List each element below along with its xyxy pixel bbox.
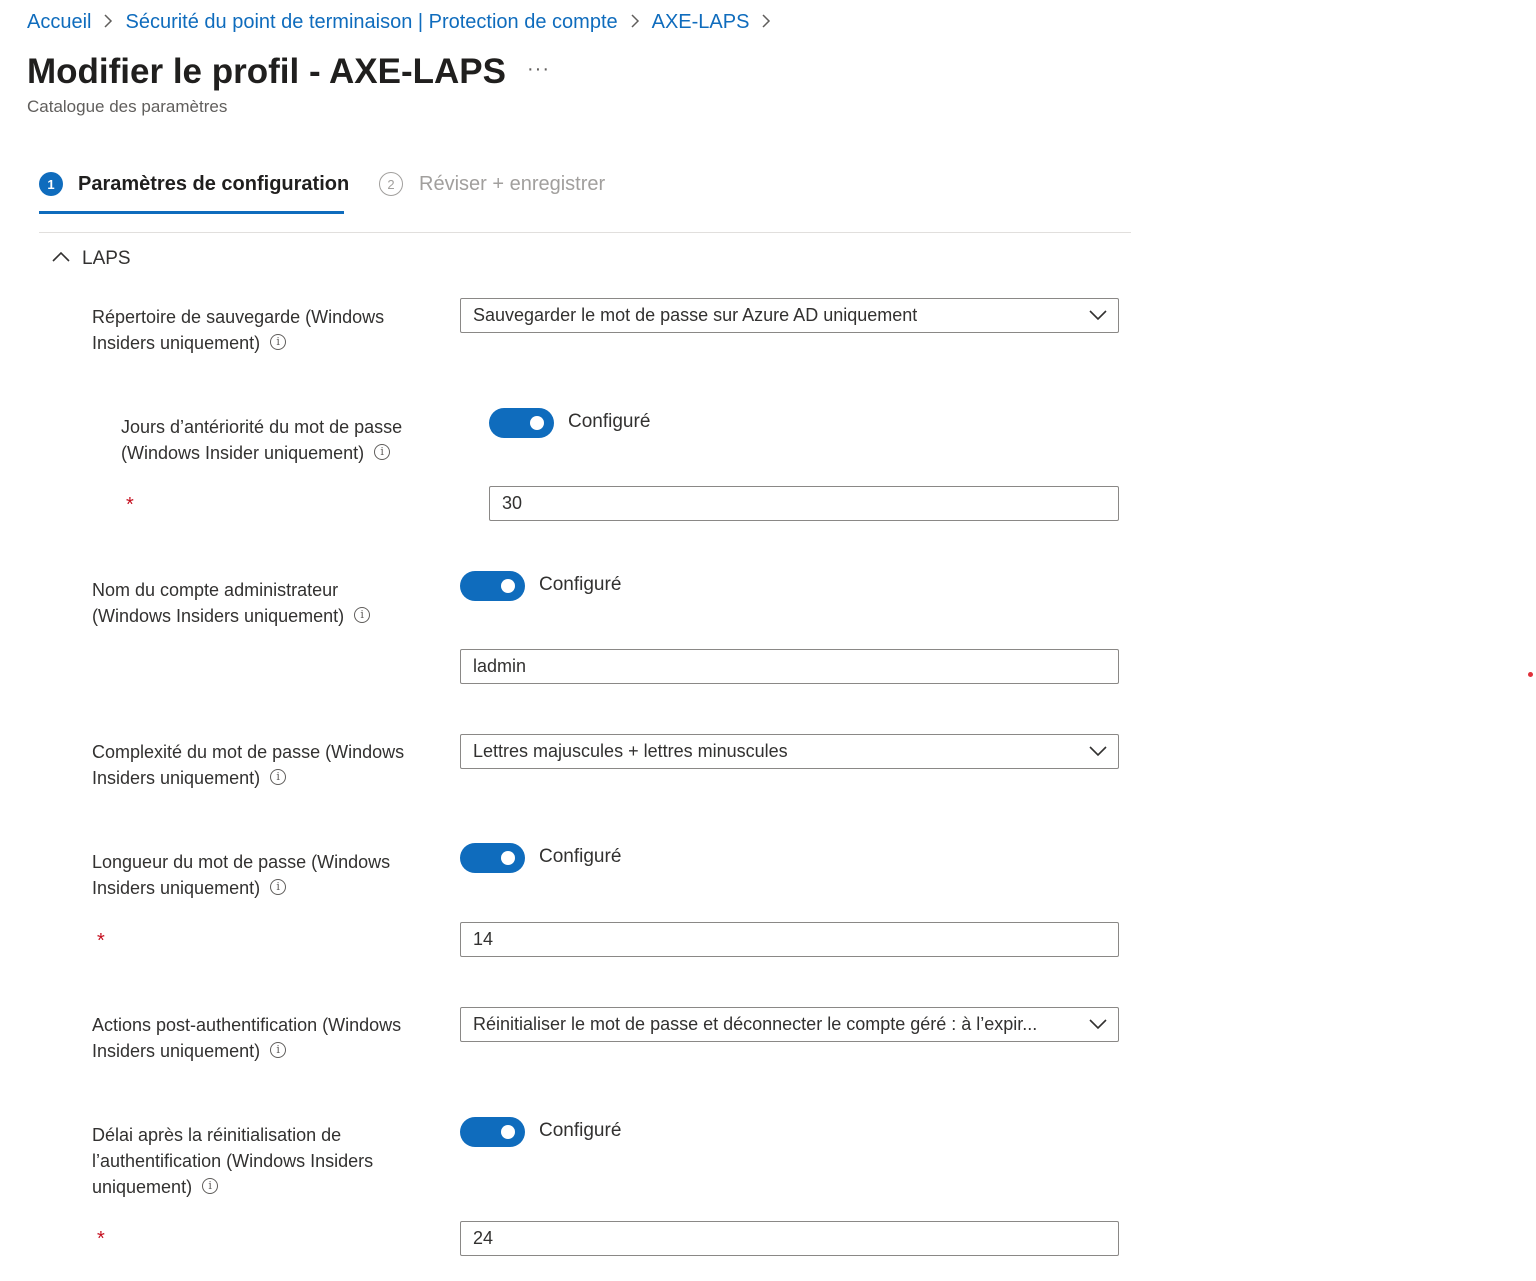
label-text: Complexité du mot de passe (Windows <box>92 742 405 762</box>
page-subtitle: Catalogue des paramètres <box>27 97 228 116</box>
setting-label-password-age: Jours d’antériorité du mot de passe (Win… <box>121 414 402 466</box>
setting-label-password-length: Longueur du mot de passe (Windows Inside… <box>92 849 390 901</box>
chevron-up-icon <box>52 250 70 268</box>
label-text: l’authentification (Windows Insiders <box>92 1151 374 1171</box>
tab-review-save[interactable]: 2 Réviser + enregistrer <box>379 172 605 196</box>
password-complexity-dropdown[interactable]: Lettres majuscules + lettres minuscules <box>460 734 1119 769</box>
marker-dot <box>1528 672 1533 677</box>
backup-directory-dropdown[interactable]: Sauvegarder le mot de passe sur Azure AD… <box>460 298 1119 333</box>
breadcrumb-profile[interactable]: AXE-LAPS <box>652 11 750 34</box>
label-text: Nom du compte administrateur <box>92 580 339 600</box>
password-length-input[interactable]: 14 <box>460 922 1119 957</box>
password-age-toggle[interactable] <box>489 408 554 438</box>
required-asterisk: * <box>97 930 105 952</box>
tab-label: Paramètres de configuration <box>78 172 350 195</box>
breadcrumb-separator-icon <box>103 12 113 33</box>
label-text: Insiders uniquement) <box>92 768 261 788</box>
chevron-down-icon <box>1088 305 1108 326</box>
label-text: uniquement) <box>92 1177 193 1197</box>
post-auth-delay-input[interactable]: 24 <box>460 1221 1119 1256</box>
breadcrumb-endpoint-security[interactable]: Sécurité du point de terminaison | Prote… <box>125 11 617 34</box>
toggle-label: Configuré <box>539 846 622 867</box>
admin-account-input[interactable]: ladmin <box>460 649 1119 684</box>
setting-label-post-auth-actions: Actions post-authentification (Windows I… <box>92 1012 401 1064</box>
step-number-badge: 2 <box>379 172 403 196</box>
label-text: Insiders uniquement) <box>92 878 261 898</box>
admin-account-toggle[interactable] <box>460 571 525 601</box>
dropdown-value: Réinitialiser le mot de passe et déconne… <box>473 1014 1038 1034</box>
label-text: (Windows Insiders uniquement) <box>92 606 345 626</box>
label-text: Longueur du mot de passe (Windows <box>92 852 391 872</box>
setting-label-post-auth-delay: Délai après la réinitialisation de l’aut… <box>92 1122 373 1200</box>
label-text: Jours d’antériorité du mot de passe <box>121 417 403 437</box>
tab-configuration-settings[interactable]: 1 Paramètres de configuration <box>39 172 349 196</box>
post-auth-actions-dropdown[interactable]: Réinitialiser le mot de passe et déconne… <box>460 1007 1119 1042</box>
tabs-divider <box>39 232 1131 233</box>
info-icon[interactable]: i <box>374 444 391 461</box>
step-number-badge: 1 <box>39 172 63 196</box>
label-text: Insiders uniquement) <box>92 1041 261 1061</box>
info-icon[interactable]: i <box>202 1178 219 1195</box>
toggle-label: Configuré <box>539 574 622 595</box>
breadcrumb-separator-icon <box>630 12 640 33</box>
breadcrumb-home[interactable]: Accueil <box>27 11 91 34</box>
post-auth-delay-toggle[interactable] <box>460 1117 525 1147</box>
label-text: Insiders uniquement) <box>92 333 261 353</box>
info-icon[interactable]: i <box>270 769 287 786</box>
toggle-label: Configuré <box>539 1120 622 1141</box>
dropdown-value: Lettres majuscules + lettres minuscules <box>473 741 788 761</box>
required-asterisk: * <box>126 494 134 516</box>
setting-label-admin-account: Nom du compte administrateur (Windows In… <box>92 577 371 629</box>
chevron-down-icon <box>1088 1014 1108 1035</box>
info-icon[interactable]: i <box>354 607 371 624</box>
password-length-toggle[interactable] <box>460 843 525 873</box>
chevron-down-icon <box>1088 741 1108 762</box>
required-asterisk: * <box>97 1228 105 1250</box>
section-laps-header[interactable]: LAPS <box>52 248 131 270</box>
label-text: (Windows Insider uniquement) <box>121 443 365 463</box>
more-options-button[interactable]: ··· <box>527 58 550 81</box>
info-icon[interactable]: i <box>270 879 287 896</box>
breadcrumb: Accueil Sécurité du point de terminaison… <box>27 11 783 34</box>
label-text: Répertoire de sauvegarde (Windows <box>92 307 385 327</box>
page-title: Modifier le profil - AXE-LAPS <box>27 52 506 91</box>
section-title: LAPS <box>82 248 131 269</box>
setting-label-backup-directory: Répertoire de sauvegarde (Windows Inside… <box>92 304 384 356</box>
toggle-label: Configuré <box>568 411 651 432</box>
dropdown-value: Sauvegarder le mot de passe sur Azure AD… <box>473 305 918 325</box>
info-icon[interactable]: i <box>270 1042 287 1059</box>
breadcrumb-separator-icon <box>761 12 771 33</box>
info-icon[interactable]: i <box>270 334 287 351</box>
password-age-input[interactable]: 30 <box>489 486 1119 521</box>
tab-label: Réviser + enregistrer <box>419 172 606 195</box>
active-tab-indicator <box>39 211 344 214</box>
label-text: Actions post-authentification (Windows <box>92 1015 402 1035</box>
setting-label-password-complexity: Complexité du mot de passe (Windows Insi… <box>92 739 404 791</box>
label-text: Délai après la réinitialisation de <box>92 1125 342 1145</box>
